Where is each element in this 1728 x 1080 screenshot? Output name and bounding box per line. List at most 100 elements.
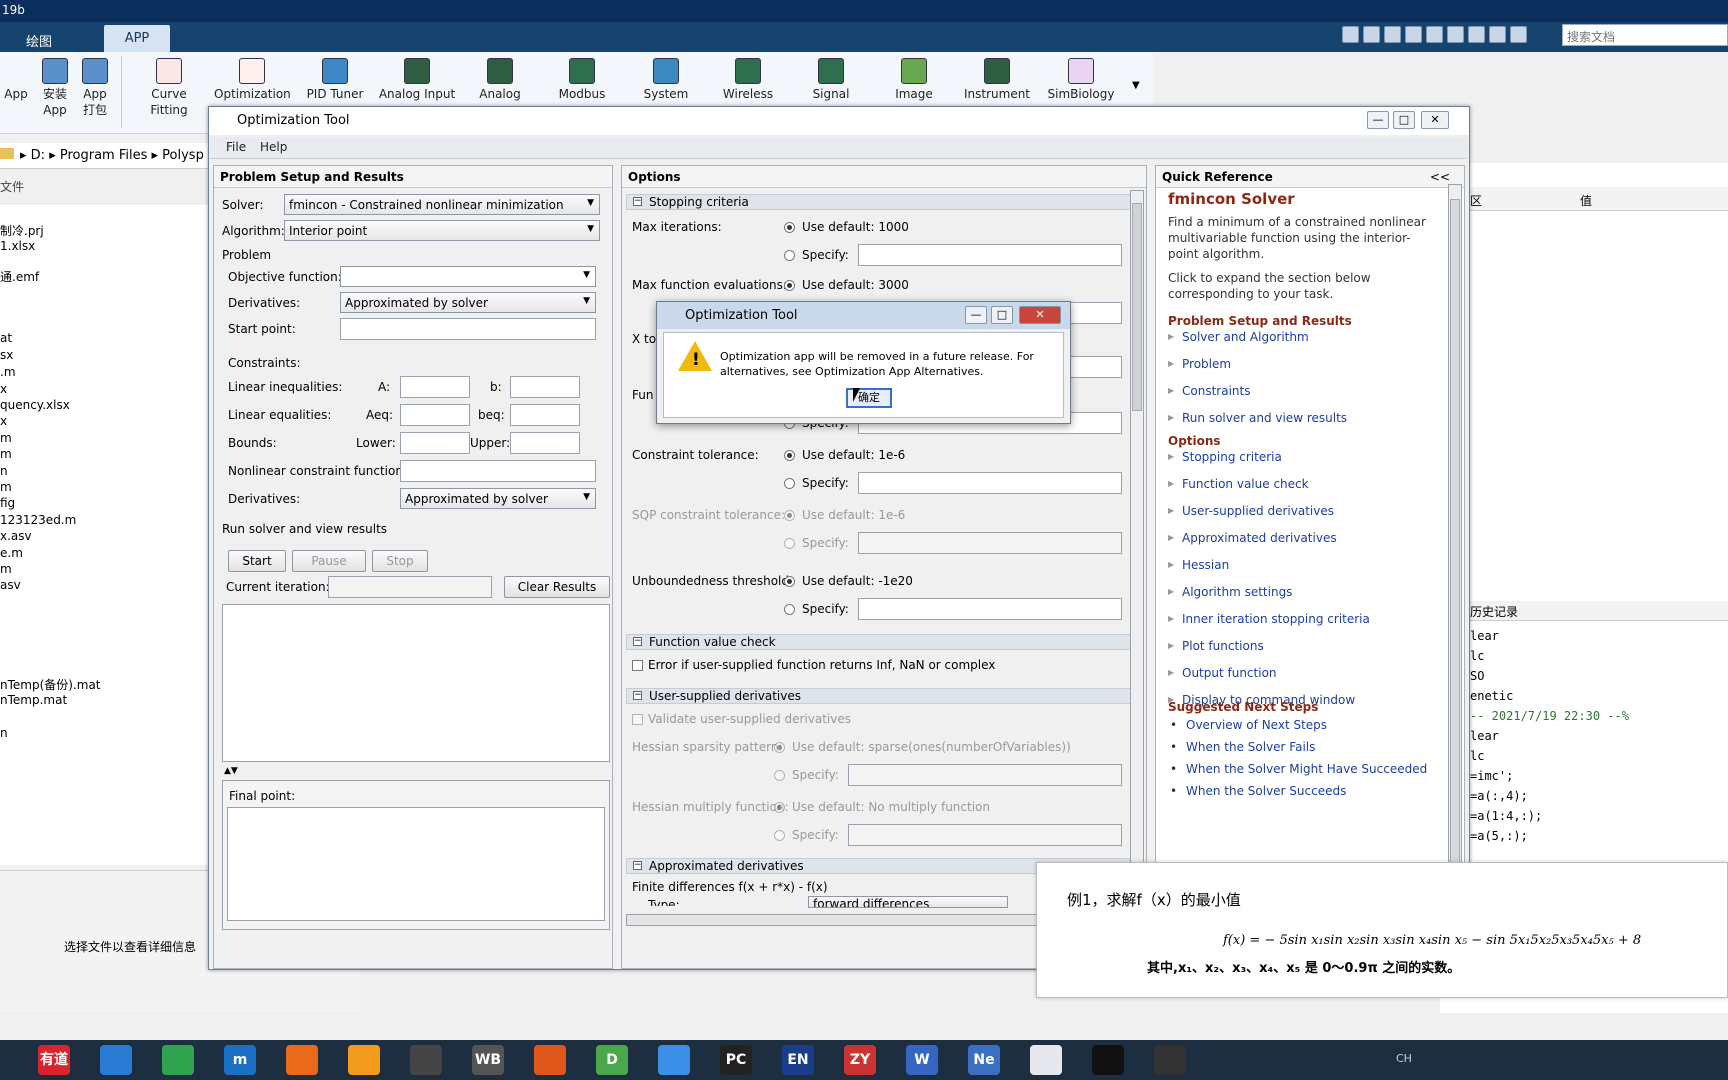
dropdown-icon[interactable] (1510, 26, 1527, 43)
taskbar-app-icon[interactable]: EN (782, 1045, 814, 1075)
app-system[interactable]: System (636, 58, 696, 102)
paste-icon[interactable] (1405, 26, 1422, 43)
taskbar-app-icon[interactable]: W (906, 1045, 938, 1075)
save-icon[interactable] (1342, 26, 1359, 43)
breadcrumb-folder[interactable]: Polysp (162, 148, 204, 163)
radio-specify[interactable] (774, 830, 785, 841)
taskbar-app-icon[interactable] (1030, 1045, 1062, 1075)
file-list-item[interactable]: m (0, 480, 12, 494)
scroll-thumb[interactable] (1132, 203, 1142, 411)
history-entry[interactable]: lc (1470, 649, 1484, 663)
file-list-item[interactable]: sx (0, 348, 13, 362)
lower-bound-input[interactable] (400, 432, 470, 454)
file-list-item[interactable]: nTemp.mat (0, 693, 67, 707)
file-list-item[interactable]: m (0, 431, 12, 445)
get-app-button[interactable]: App (4, 58, 28, 102)
start-point-input[interactable] (340, 318, 596, 340)
history-entry[interactable]: =imc'; (1470, 769, 1513, 783)
file-list-item[interactable]: fig (0, 496, 15, 510)
constraint-derivatives-dropdown[interactable]: Approximated by solver ▼ (400, 488, 596, 509)
file-list-item[interactable]: 制冷.prj (0, 222, 44, 239)
app-analog[interactable]: Analog (470, 58, 530, 102)
undo-icon[interactable] (1426, 26, 1443, 43)
validate-checkbox[interactable] (632, 714, 643, 725)
file-list-item[interactable]: quency.xlsx (0, 398, 70, 412)
a-input[interactable] (400, 376, 470, 398)
taskbar-app-icon[interactable]: Ne (968, 1045, 1000, 1075)
help-link[interactable]: When the Solver Might Have Succeeded (1170, 762, 1427, 776)
beq-input[interactable] (510, 404, 580, 426)
file-list-item[interactable]: x (0, 382, 7, 396)
menu-file[interactable]: File (226, 140, 246, 154)
help-link[interactable]: Algorithm settings (1168, 585, 1292, 599)
app-optimization[interactable]: Optimization (214, 58, 291, 102)
column-value-header[interactable]: 值 (1580, 192, 1592, 209)
fd-type-dropdown[interactable]: forward differences (808, 896, 1008, 908)
radio-specify[interactable] (784, 604, 795, 615)
help-link[interactable]: Plot functions (1168, 639, 1264, 653)
file-list-item[interactable]: 通.emf (0, 268, 39, 285)
stop-button[interactable]: Stop (372, 550, 428, 572)
app-image[interactable]: Image (884, 58, 944, 102)
app-instrument[interactable]: Instrument (960, 58, 1034, 102)
app-curve-fitting[interactable]: Curve Fitting (132, 58, 206, 118)
chevron-down-icon[interactable]: ▼ (1132, 80, 1140, 91)
taskbar-app-icon[interactable]: ZY (844, 1045, 876, 1075)
solver-dropdown[interactable]: fmincon - Constrained nonlinear minimiza… (284, 194, 600, 215)
taskbar-app-icon[interactable] (534, 1045, 566, 1075)
results-text-area[interactable] (222, 604, 610, 762)
help-icon[interactable] (1489, 26, 1506, 43)
tab-plots[interactable]: 绘图 (14, 25, 64, 52)
derivatives-dropdown[interactable]: Approximated by solver ▼ (340, 292, 596, 313)
scroll-thumb[interactable] (1450, 199, 1460, 939)
app-wireless[interactable]: Wireless (718, 58, 778, 102)
close-icon[interactable]: ✕ (1019, 306, 1061, 324)
copy-icon[interactable] (1384, 26, 1401, 43)
cut-icon[interactable] (1363, 26, 1380, 43)
file-list-item[interactable]: at (0, 331, 12, 345)
final-point-table[interactable] (227, 807, 605, 921)
file-list-item[interactable]: x (0, 414, 7, 428)
help-link[interactable]: Output function (1168, 666, 1276, 680)
radio-specify[interactable] (784, 478, 795, 489)
vertical-scrollbar[interactable] (1448, 184, 1462, 964)
section-stopping-criteria[interactable]: − Stopping criteria (626, 194, 1142, 210)
app-analog-input[interactable]: Analog Input (376, 58, 458, 102)
minimize-icon[interactable]: — (1367, 111, 1389, 129)
upper-bound-input[interactable] (510, 432, 580, 454)
max-iterations-input[interactable] (858, 244, 1122, 266)
column-name-header[interactable]: 区 (1470, 192, 1482, 209)
radio-use-default[interactable] (774, 802, 785, 813)
section-user-derivatives[interactable]: − User-supplied derivatives (626, 688, 1142, 704)
file-list-item[interactable]: m (0, 447, 12, 461)
history-entry[interactable]: lc (1470, 749, 1484, 763)
taskbar-app-icon[interactable]: D (596, 1045, 628, 1075)
address-bar[interactable]: ▸ D: ▸ Program Files ▸ Polysp (0, 143, 220, 169)
taskbar-app-icon[interactable] (658, 1045, 690, 1075)
file-list-item[interactable]: n (0, 464, 8, 478)
taskbar-app-icon[interactable] (1154, 1045, 1186, 1075)
breadcrumb-folder[interactable]: Program Files (60, 148, 148, 163)
app-pid-tuner[interactable]: PID Tuner (300, 58, 370, 102)
close-icon[interactable]: ✕ (1421, 111, 1449, 129)
start-button[interactable]: Start (228, 550, 286, 572)
redo-icon[interactable] (1447, 26, 1464, 43)
b-input[interactable] (510, 376, 580, 398)
file-list-item[interactable]: 1.xlsx (0, 239, 35, 253)
history-entry[interactable]: -- 2021/7/19 22:30 --% (1470, 709, 1629, 723)
minimize-icon[interactable]: — (965, 306, 987, 324)
history-entry[interactable]: =a(5,:); (1470, 829, 1528, 843)
taskbar-app-icon[interactable] (286, 1045, 318, 1075)
help-link[interactable]: User-supplied derivatives (1168, 504, 1334, 518)
file-list-item[interactable]: 123123ed.m (0, 513, 76, 527)
history-entry[interactable]: lear (1470, 729, 1499, 743)
error-check-checkbox[interactable] (632, 660, 643, 671)
collapse-button[interactable]: << (1430, 170, 1450, 184)
taskbar-app-icon[interactable] (100, 1045, 132, 1075)
switch-windows-icon[interactable] (1468, 26, 1485, 43)
clear-results-button[interactable]: Clear Results (504, 576, 610, 598)
algorithm-dropdown[interactable]: Interior point ▼ (284, 220, 600, 241)
file-list-item[interactable]: .m (0, 365, 16, 379)
app-modbus[interactable]: Modbus (552, 58, 612, 102)
help-link[interactable]: Problem (1168, 357, 1231, 371)
